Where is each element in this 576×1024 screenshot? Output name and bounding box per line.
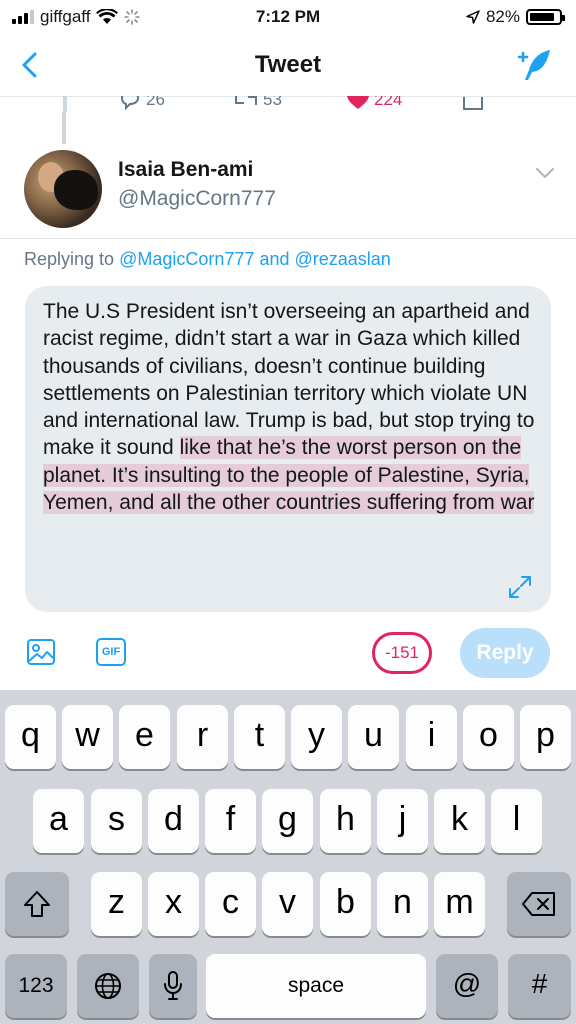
chevron-down-icon[interactable]	[535, 166, 555, 180]
key-e[interactable]: e	[119, 705, 170, 769]
expand-icon[interactable]	[507, 574, 533, 600]
retweet-icon	[235, 96, 257, 105]
like-action[interactable]: 224	[346, 96, 402, 111]
location-arrow-icon	[466, 10, 480, 24]
heart-icon	[347, 96, 369, 109]
reply-text-area[interactable]: The U.S President isn’t overseeing an ap…	[25, 286, 551, 612]
like-count: 224	[374, 96, 403, 109]
status-bar: giffgaff 7:12 PM 82%	[0, 0, 576, 36]
retweet-count: 53	[263, 96, 282, 109]
shift-key[interactable]	[5, 872, 69, 936]
key-z[interactable]: z	[91, 872, 142, 936]
key-f[interactable]: f	[205, 789, 256, 853]
share-action[interactable]	[461, 96, 485, 111]
previous-tweet-actions: 26 53 224	[0, 96, 576, 112]
key-p[interactable]: p	[520, 705, 571, 769]
key-s[interactable]: s	[91, 789, 142, 853]
navigation-bar: Tweet	[0, 36, 576, 97]
mention-link[interactable]: @rezaaslan	[295, 249, 391, 269]
key-l[interactable]: l	[491, 789, 542, 853]
battery-percent: 82%	[485, 7, 520, 26]
space-key[interactable]: space	[206, 954, 426, 1018]
key-v[interactable]: v	[262, 872, 313, 936]
author-name[interactable]: Isaia Ben-ami	[118, 158, 253, 182]
key-w[interactable]: w	[62, 705, 113, 769]
hash-key[interactable]: #	[508, 954, 571, 1018]
reply-count: 26	[146, 96, 165, 109]
keyboard: q w e r t y u i o p a s d f g h j k l z …	[0, 690, 576, 1024]
key-h[interactable]: h	[320, 789, 371, 853]
key-q[interactable]: q	[5, 705, 56, 769]
shift-arrow-icon	[24, 891, 50, 917]
key-t[interactable]: t	[234, 705, 285, 769]
globe-key[interactable]	[77, 954, 139, 1018]
key-d[interactable]: d	[148, 789, 199, 853]
delete-key[interactable]	[507, 872, 571, 936]
avatar[interactable]	[24, 150, 102, 228]
key-c[interactable]: c	[205, 872, 256, 936]
battery-icon	[526, 9, 565, 25]
microphone-icon	[164, 971, 182, 1000]
key-b[interactable]: b	[320, 872, 371, 936]
key-y[interactable]: y	[291, 705, 342, 769]
key-j[interactable]: j	[377, 789, 428, 853]
divider	[0, 238, 576, 239]
key-u[interactable]: u	[348, 705, 399, 769]
reply-icon	[120, 96, 140, 111]
tweet-draft-text[interactable]: The U.S President isn’t overseeing an ap…	[43, 298, 543, 516]
replying-to-line: Replying to @MagicCorn777 and @rezaaslan	[24, 249, 391, 270]
reply-action[interactable]: 26	[118, 96, 165, 111]
key-i[interactable]: i	[406, 705, 457, 769]
key-a[interactable]: a	[33, 789, 84, 853]
page-title: Tweet	[254, 51, 322, 78]
key-g[interactable]: g	[262, 789, 313, 853]
dictation-key[interactable]	[149, 954, 197, 1018]
key-x[interactable]: x	[148, 872, 199, 936]
numbers-key[interactable]: 123	[5, 954, 67, 1018]
replying-prefix: Replying to	[24, 249, 115, 269]
key-n[interactable]: n	[377, 872, 428, 936]
compose-tweet-icon[interactable]	[514, 46, 554, 86]
key-r[interactable]: r	[177, 705, 228, 769]
share-icon	[463, 97, 483, 110]
author-handle[interactable]: @MagicCorn777	[118, 187, 276, 211]
thread-connector	[62, 112, 66, 144]
retweet-action[interactable]: 53	[233, 96, 282, 111]
backspace-icon	[522, 892, 555, 916]
key-m[interactable]: m	[434, 872, 485, 936]
at-key[interactable]: @	[436, 954, 498, 1018]
reply-button[interactable]: Reply	[460, 628, 550, 678]
character-counter: -151	[372, 632, 432, 674]
mention-joiner[interactable]: and	[259, 249, 289, 269]
mention-link[interactable]: @MagicCorn777	[119, 249, 254, 269]
gif-button[interactable]: GIF	[96, 638, 126, 666]
key-o[interactable]: o	[463, 705, 514, 769]
globe-icon	[95, 973, 121, 999]
key-k[interactable]: k	[434, 789, 485, 853]
photo-icon[interactable]	[26, 638, 56, 666]
compose-toolbar: GIF -151 Reply	[0, 624, 576, 690]
